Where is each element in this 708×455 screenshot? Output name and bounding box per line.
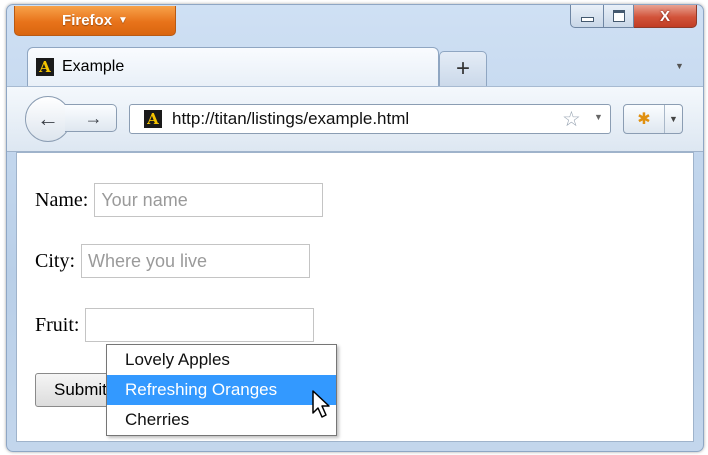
tab-title: Example xyxy=(62,58,125,75)
chevron-down-icon: ▼ xyxy=(118,15,128,26)
mouse-pointer-icon xyxy=(312,390,330,418)
tab-example[interactable]: A Example xyxy=(27,47,439,86)
url-text: http://titan/listings/example.html xyxy=(172,109,410,128)
fruit-suggestion-dropdown: Lovely Apples Refreshing Oranges Cherrie… xyxy=(106,344,337,436)
city-label: City: xyxy=(35,249,76,272)
city-row: City: xyxy=(35,244,311,278)
maximize-button[interactable] xyxy=(604,5,634,28)
fruit-label: Fruit: xyxy=(35,313,80,336)
dropdown-option-highlighted[interactable]: Refreshing Oranges xyxy=(107,375,336,405)
name-row: Name: xyxy=(35,183,324,217)
addon-chevron-icon[interactable]: ▼ xyxy=(664,105,682,133)
navigation-toolbar: ← → A http://titan/listings/example.html… xyxy=(7,86,703,152)
site-identity-icon[interactable]: A xyxy=(144,110,162,128)
close-button[interactable]: X xyxy=(634,5,697,28)
plus-icon: + xyxy=(455,55,470,82)
tab-list-chevron-icon[interactable]: ▼ xyxy=(675,61,684,71)
name-label: Name: xyxy=(35,188,89,211)
addon-icon: ✱ xyxy=(637,111,651,128)
window-controls: X xyxy=(570,5,697,28)
firefox-menu-button[interactable]: Firefox ▼ xyxy=(14,6,176,36)
dropdown-option[interactable]: Cherries xyxy=(107,405,336,435)
browser-window: Firefox ▼ X A Example + ▼ ← → A http://t… xyxy=(6,4,704,452)
minimize-icon xyxy=(580,16,594,22)
dropdown-option[interactable]: Lovely Apples xyxy=(107,345,336,375)
name-input[interactable] xyxy=(94,183,324,217)
maximize-icon xyxy=(612,10,625,22)
forward-button[interactable]: → xyxy=(65,104,117,132)
fruit-row: Fruit: xyxy=(35,308,315,342)
fruit-input[interactable] xyxy=(85,308,315,342)
back-arrow-icon: ← xyxy=(37,106,59,131)
url-history-chevron-icon[interactable]: ▼ xyxy=(594,112,603,122)
city-input[interactable] xyxy=(81,244,311,278)
url-bar[interactable]: A http://titan/listings/example.html ☆ ▼ xyxy=(129,104,611,134)
site-favicon-icon: A xyxy=(36,58,54,76)
firefox-menu-label: Firefox xyxy=(62,12,113,29)
addon-button[interactable]: ✱ ▼ xyxy=(623,104,683,134)
new-tab-button[interactable]: + xyxy=(439,51,487,87)
page-content: Name: City: Fruit: Submit Lovely Apples … xyxy=(16,152,694,442)
bookmark-star-icon[interactable]: ☆ xyxy=(562,107,581,132)
close-icon: X xyxy=(659,7,670,25)
minimize-button[interactable] xyxy=(570,5,604,28)
forward-arrow-icon: → xyxy=(84,107,103,128)
